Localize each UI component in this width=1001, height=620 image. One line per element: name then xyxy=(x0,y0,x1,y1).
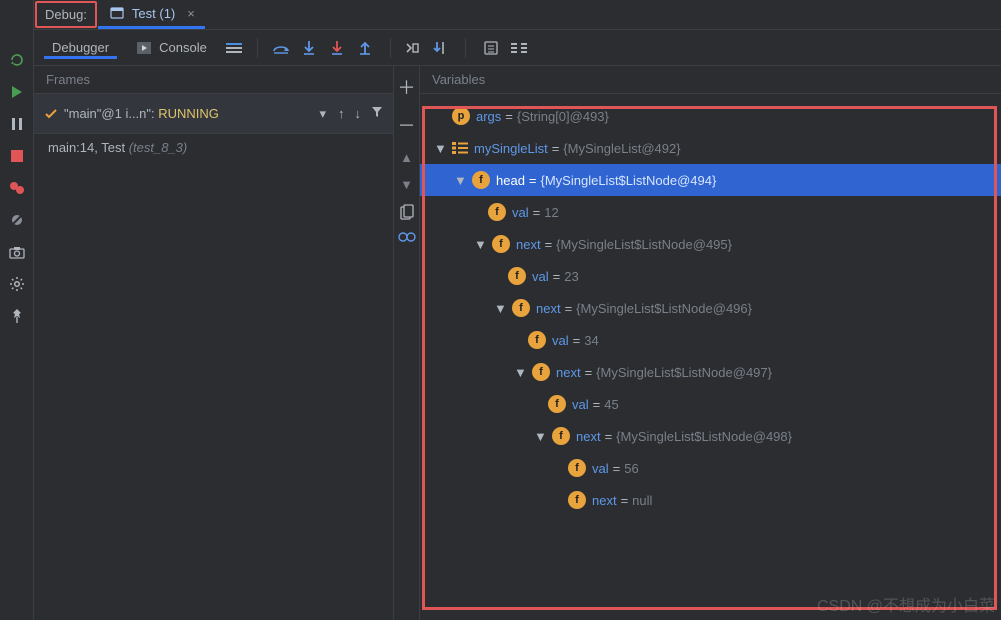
var-val[interactable]: val=23 xyxy=(420,260,1001,292)
pause-icon[interactable] xyxy=(7,114,27,134)
tab-debugger[interactable]: Debugger xyxy=(44,36,117,59)
frames-panel: Frames "main"@1 i...n": RUNNING ▾ ↑ ↓ ma… xyxy=(34,66,394,620)
var-next-null[interactable]: next=null xyxy=(420,484,1001,516)
down-icon[interactable]: ▼ xyxy=(400,177,413,192)
threads-icon[interactable] xyxy=(225,39,243,57)
console-play-icon xyxy=(135,39,153,57)
variables-panel: ＋ － ▲ ▼ Variables args={String[0]@493} xyxy=(394,66,1001,620)
trace-current-stream-icon[interactable] xyxy=(510,39,528,57)
thread-name: "main"@1 i...n": RUNNING xyxy=(64,106,313,121)
var-next[interactable]: ▼ next={MySingleList$ListNode@495} xyxy=(420,228,1001,260)
run-config-icon xyxy=(108,4,126,22)
object-icon xyxy=(452,141,468,155)
tab-console[interactable]: Console xyxy=(127,35,215,61)
chevron-down-icon[interactable]: ▼ xyxy=(474,237,488,251)
run-config-label: Test (1) xyxy=(132,6,175,21)
step-over-icon[interactable] xyxy=(272,39,290,57)
var-next[interactable]: ▼ next={MySingleList$ListNode@496} xyxy=(420,292,1001,324)
camera-icon[interactable] xyxy=(7,242,27,262)
evaluate-icon[interactable] xyxy=(482,39,500,57)
var-val[interactable]: val=56 xyxy=(420,452,1001,484)
var-head[interactable]: ▼ head={MySingleList$ListNode@494} xyxy=(420,164,1001,196)
next-frame-icon[interactable]: ↓ xyxy=(355,106,362,121)
var-val[interactable]: val=34 xyxy=(420,324,1001,356)
debug-tabbar: Debug: Test (1) × xyxy=(34,0,1001,30)
up-icon[interactable]: ▲ xyxy=(400,150,413,165)
variables-header: Variables xyxy=(420,66,1001,94)
var-val[interactable]: val=12 xyxy=(420,196,1001,228)
debugger-toolbar: Debugger Console xyxy=(34,30,1001,66)
resume-icon[interactable] xyxy=(7,82,27,102)
remove-watch-icon[interactable]: － xyxy=(398,112,416,138)
chevron-down-icon[interactable]: ▼ xyxy=(454,173,468,187)
run-config-tab[interactable]: Test (1) × xyxy=(98,0,205,29)
chevron-down-icon[interactable]: ▾ xyxy=(319,106,326,122)
stack-frame[interactable]: main:14, Test (test_8_3) xyxy=(34,134,393,161)
chevron-down-icon[interactable]: ▼ xyxy=(494,301,508,315)
chevron-down-icon[interactable]: ▼ xyxy=(514,365,528,379)
var-next[interactable]: ▼ next={MySingleList$ListNode@498} xyxy=(420,420,1001,452)
stop-icon[interactable] xyxy=(7,146,27,166)
add-watch-icon[interactable]: ＋ xyxy=(398,74,416,100)
var-next[interactable]: ▼ next={MySingleList$ListNode@497} xyxy=(420,356,1001,388)
pin-icon[interactable] xyxy=(7,306,27,326)
close-tab-icon[interactable]: × xyxy=(187,6,195,21)
side-gutter xyxy=(0,0,34,620)
drop-frame-icon[interactable] xyxy=(403,39,421,57)
var-mysinglelist[interactable]: ▼ mySingleList={MySingleList@492} xyxy=(420,132,1001,164)
filter-icon[interactable] xyxy=(371,106,383,121)
chevron-down-icon[interactable]: ▼ xyxy=(534,429,548,443)
glasses-icon[interactable] xyxy=(398,232,416,242)
rerun-icon[interactable] xyxy=(7,50,27,70)
run-to-cursor-icon[interactable] xyxy=(431,39,449,57)
variables-tree[interactable]: args={String[0]@493} ▼ mySingleList={MyS… xyxy=(420,94,1001,620)
thread-selector[interactable]: "main"@1 i...n": RUNNING ▾ ↑ ↓ xyxy=(34,94,393,134)
vars-gutter: ＋ － ▲ ▼ xyxy=(394,66,420,620)
frames-header: Frames xyxy=(34,66,393,94)
var-val[interactable]: val=45 xyxy=(420,388,1001,420)
settings-icon[interactable] xyxy=(7,274,27,294)
prev-frame-icon[interactable]: ↑ xyxy=(338,106,345,121)
step-into-icon[interactable] xyxy=(300,39,318,57)
watermark: CSDN @不想成为小白菜 xyxy=(817,592,995,616)
var-args[interactable]: args={String[0]@493} xyxy=(420,100,1001,132)
chevron-down-icon[interactable]: ▼ xyxy=(434,141,448,155)
view-breakpoints-icon[interactable] xyxy=(7,178,27,198)
step-out-icon[interactable] xyxy=(356,39,374,57)
check-icon xyxy=(44,108,58,120)
copy-icon[interactable] xyxy=(400,204,414,220)
debug-toolwindow-label: Debug: xyxy=(35,1,97,28)
force-step-into-icon[interactable] xyxy=(328,39,346,57)
mute-breakpoints-icon[interactable] xyxy=(7,210,27,230)
